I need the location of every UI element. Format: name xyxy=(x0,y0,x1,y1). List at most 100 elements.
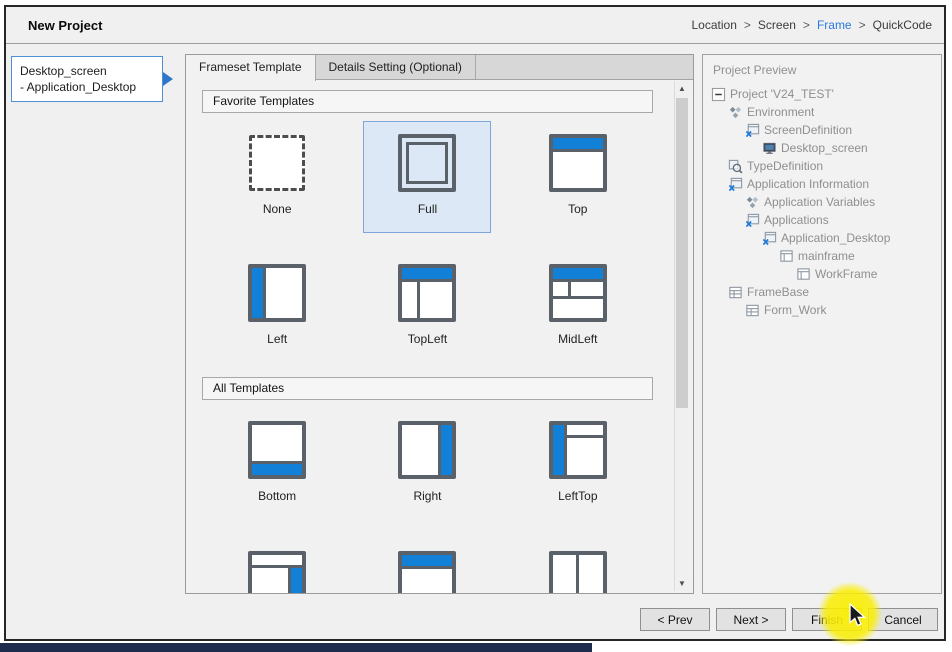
breadcrumb-step-frame: Frame xyxy=(817,18,852,32)
template-card-partial-2[interactable] xyxy=(363,538,491,593)
template-card-right[interactable]: Right xyxy=(363,408,491,520)
template-label-full: Full xyxy=(418,202,437,216)
tree-label: Application_Desktop xyxy=(781,231,890,245)
project-preview-panel: Project Preview Project 'V24_TEST' Envir… xyxy=(702,54,942,594)
tree-item-desktop-screen[interactable]: Desktop_screen xyxy=(703,139,941,157)
tree-label: WorkFrame xyxy=(815,267,877,281)
template-thumb-top xyxy=(549,134,607,192)
template-panel: Frameset Template Details Setting (Optio… xyxy=(185,54,694,594)
template-scroll-area: Favorite Templates None Full Top xyxy=(186,80,693,593)
tree-item-workframe[interactable]: WorkFrame xyxy=(703,265,941,283)
tree-item-applications[interactable]: Applications xyxy=(703,211,941,229)
screen-item-line2: - Application_Desktop xyxy=(20,79,154,95)
screen-item-line1: Desktop_screen xyxy=(20,63,154,79)
next-button[interactable]: Next > xyxy=(716,608,786,631)
template-card-partial-1[interactable] xyxy=(213,538,341,593)
tree-item-environment[interactable]: Environment xyxy=(703,103,941,121)
favorite-templates-header: Favorite Templates xyxy=(202,90,653,113)
taskbar-sliver xyxy=(0,643,592,652)
template-card-bottom[interactable]: Bottom xyxy=(213,408,341,520)
tree-label: ScreenDefinition xyxy=(764,123,852,137)
template-card-topleft[interactable]: TopLeft xyxy=(363,251,491,363)
magnifier-icon xyxy=(728,159,743,174)
tree-item-typedefinition[interactable]: TypeDefinition xyxy=(703,157,941,175)
template-thumb-none xyxy=(249,135,305,191)
tree-item-framebase[interactable]: FrameBase xyxy=(703,283,941,301)
template-label-right: Right xyxy=(413,489,441,503)
wizard-footer: < Prev Next > Finish Cancel xyxy=(640,608,938,631)
template-label-topleft: TopLeft xyxy=(408,332,447,346)
template-label-none: None xyxy=(263,202,292,216)
template-label-bottom: Bottom xyxy=(258,489,296,503)
tree-label: mainframe xyxy=(798,249,855,263)
tree-label: Desktop_screen xyxy=(781,141,868,155)
tree-item-project[interactable]: Project 'V24_TEST' xyxy=(703,85,941,103)
window-x-icon xyxy=(762,231,777,246)
tree-item-application-desktop[interactable]: Application_Desktop xyxy=(703,229,941,247)
selection-arrow-icon xyxy=(163,72,173,86)
window-x-icon xyxy=(728,177,743,192)
template-label-midleft: MidLeft xyxy=(558,332,597,346)
window-x-icon xyxy=(745,123,760,138)
tree-label: Environment xyxy=(747,105,814,119)
dialog-titlebar: New Project Location > Screen > Frame > … xyxy=(6,7,944,44)
project-icon xyxy=(711,87,726,102)
frame-icon xyxy=(779,249,794,264)
tab-strip: Frameset Template Details Setting (Optio… xyxy=(186,55,693,80)
vertical-scrollbar[interactable]: ▲ ▼ xyxy=(674,81,688,591)
cancel-button[interactable]: Cancel xyxy=(868,608,938,631)
tree-label: TypeDefinition xyxy=(747,159,823,173)
new-project-dialog: New Project Location > Screen > Frame > … xyxy=(4,5,946,641)
tree-label: Applications xyxy=(764,213,829,227)
breadcrumb-separator: > xyxy=(803,18,810,32)
wizard-breadcrumb: Location > Screen > Frame > QuickCode xyxy=(692,18,933,32)
tree-item-application-information[interactable]: Application Information xyxy=(703,175,941,193)
frame-icon xyxy=(796,267,811,282)
scrollbar-down-arrow-icon[interactable]: ▼ xyxy=(675,576,689,591)
template-card-lefttop[interactable]: LeftTop xyxy=(514,408,642,520)
breadcrumb-step-quickcode: QuickCode xyxy=(873,18,932,32)
finish-button[interactable]: Finish xyxy=(792,608,862,631)
template-label-lefttop: LeftTop xyxy=(558,489,597,503)
template-card-none[interactable]: None xyxy=(213,121,341,233)
tree-item-screendefinition[interactable]: ScreenDefinition xyxy=(703,121,941,139)
breadcrumb-separator: > xyxy=(744,18,751,32)
tree-item-application-variables[interactable]: Application Variables xyxy=(703,193,941,211)
breadcrumb-step-location: Location xyxy=(692,18,737,32)
tab-details-setting[interactable]: Details Setting (Optional) xyxy=(316,55,476,79)
tab-frameset-template[interactable]: Frameset Template xyxy=(186,55,316,81)
template-thumb-partial-2 xyxy=(398,551,456,593)
template-card-full[interactable]: Full xyxy=(363,121,491,233)
prev-button[interactable]: < Prev xyxy=(640,608,710,631)
scrollbar-up-arrow-icon[interactable]: ▲ xyxy=(675,81,689,96)
template-card-partial-3[interactable] xyxy=(514,538,642,593)
template-thumb-left xyxy=(248,264,306,322)
template-thumb-midleft xyxy=(549,264,607,322)
monitor-icon xyxy=(762,141,777,156)
desktop-background: New Project Location > Screen > Frame > … xyxy=(0,0,952,652)
template-card-left[interactable]: Left xyxy=(213,251,341,363)
template-thumb-partial-3 xyxy=(549,551,607,593)
dialog-title: New Project xyxy=(28,18,102,33)
scrollbar-thumb[interactable] xyxy=(676,98,688,408)
template-card-midleft[interactable]: MidLeft xyxy=(514,251,642,363)
template-thumb-bottom xyxy=(248,421,306,479)
grid-icon xyxy=(745,303,760,318)
template-thumb-lefttop xyxy=(549,421,607,479)
breadcrumb-separator: > xyxy=(859,18,866,32)
tree-label: Form_Work xyxy=(764,303,826,317)
window-x-icon xyxy=(745,213,760,228)
breadcrumb-step-screen: Screen xyxy=(758,18,796,32)
template-label-top: Top xyxy=(568,202,587,216)
template-card-top[interactable]: Top xyxy=(514,121,642,233)
template-thumb-topleft xyxy=(398,264,456,322)
all-templates-header: All Templates xyxy=(202,377,653,400)
sidebar-item-desktop-screen[interactable]: Desktop_screen - Application_Desktop xyxy=(11,56,163,102)
template-thumb-partial-1 xyxy=(248,551,306,593)
template-thumb-full xyxy=(398,134,456,192)
tree-label: Project 'V24_TEST' xyxy=(730,87,834,101)
project-tree: Project 'V24_TEST' Environment ScreenDef… xyxy=(703,83,941,319)
tree-item-mainframe[interactable]: mainframe xyxy=(703,247,941,265)
tree-label: FrameBase xyxy=(747,285,809,299)
tree-item-form-work[interactable]: Form_Work xyxy=(703,301,941,319)
